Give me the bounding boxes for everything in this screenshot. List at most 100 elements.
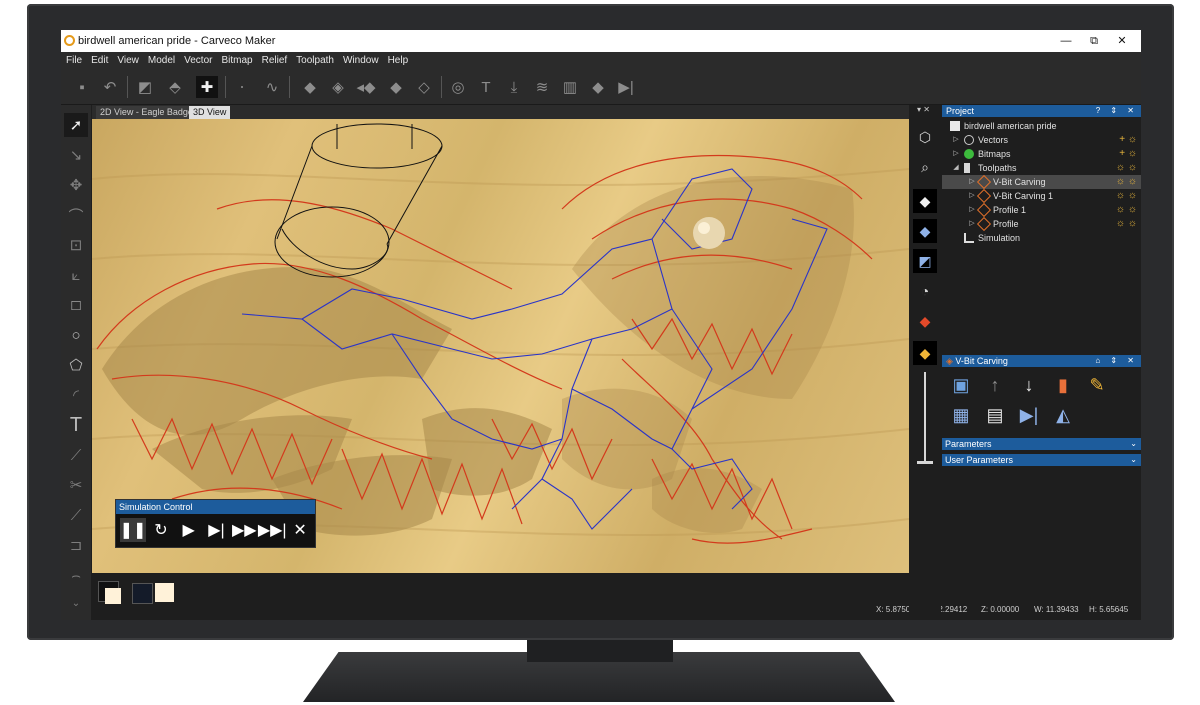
scissors-icon[interactable]: ✂ <box>64 473 88 497</box>
menu-relief[interactable]: Relief <box>257 52 292 66</box>
expand-icon[interactable]: ▷ <box>968 217 976 231</box>
relief-add-button-icon[interactable]: ✚ <box>196 76 218 98</box>
play-button[interactable]: ▶ <box>176 518 202 542</box>
tree-item-vbit-carving[interactable]: ▷ V-Bit Carving ☼ ☼ <box>942 174 1141 190</box>
more-tools-icon[interactable]: ⌄ <box>64 591 88 615</box>
vbit-icon[interactable]: ▶| <box>615 76 637 98</box>
parameters-section[interactable]: Parameters ⌄ <box>942 438 1141 450</box>
zoom-icon[interactable]: ⌕ <box>913 155 937 179</box>
pause-button[interactable]: ❚❚ <box>120 518 146 542</box>
tree-item-vectors[interactable]: ▷ Vectors + ☼ <box>942 133 1141 147</box>
calculator-icon[interactable]: ▦ <box>948 403 974 427</box>
node-edit-icon[interactable]: ↘ <box>64 143 88 167</box>
menu-toolpath[interactable]: Toolpath <box>291 52 338 66</box>
tree-item-vbit-carving-1[interactable]: ▷ V-Bit Carving 1 ☼ ☼ <box>942 188 1141 204</box>
tree-item-profile-1[interactable]: ▷ Profile 1 ☼ ☼ <box>942 202 1141 218</box>
close-simulation-button[interactable]: ✕ <box>287 518 313 542</box>
move-icon[interactable]: ✥ <box>64 173 88 197</box>
save-icon[interactable]: ▪ <box>71 76 93 98</box>
user-parameters-section[interactable]: User Parameters ⌄ <box>942 454 1141 466</box>
polyline-icon[interactable]: ⟀ <box>64 263 88 287</box>
undo-icon[interactable]: ↶ <box>99 76 121 98</box>
relief-add-icon[interactable]: ⬘ <box>164 76 186 98</box>
tree-item-simulation[interactable]: Simulation <box>942 231 1141 245</box>
material-view-icon[interactable]: ◆ <box>913 341 937 365</box>
relief-mid-icon[interactable]: ◂◆ <box>355 76 377 98</box>
skip-to-end-button[interactable]: ▶▶| <box>258 518 287 542</box>
import-icon[interactable]: ◩ <box>134 76 156 98</box>
text-tool-icon[interactable]: T <box>64 413 88 437</box>
text-icon[interactable]: T <box>475 76 497 98</box>
move-down-icon[interactable]: ↓ <box>1016 373 1042 397</box>
rectangle-icon[interactable]: □ <box>64 293 88 317</box>
menu-vector[interactable]: Vector <box>179 52 216 66</box>
trim-icon[interactable]: ⟋ <box>64 503 88 527</box>
layer-view-icon[interactable]: ◆ <box>913 309 937 333</box>
toolpath-preview-icon[interactable]: ◩ <box>913 249 937 273</box>
minimize-button[interactable]: — <box>1051 33 1081 49</box>
vbit-tool-icon[interactable]: ▶| <box>1016 403 1042 427</box>
flat-relief-icon[interactable]: ◆ <box>913 189 937 213</box>
visibility-icon[interactable]: ☼ ☼ <box>1116 189 1137 203</box>
menu-help[interactable]: Help <box>383 52 413 66</box>
circle-icon[interactable]: ○ <box>64 323 88 347</box>
menu-window[interactable]: Window <box>338 52 383 66</box>
relief-high-icon[interactable]: ◆ <box>385 76 407 98</box>
visibility-icon[interactable]: ☼ ☼ <box>1116 161 1137 175</box>
arc-icon[interactable]: ◜ <box>64 383 88 407</box>
toolpath-panel-controls[interactable]: ⌂ ⇕ ✕ <box>1095 355 1138 367</box>
text-node-icon[interactable]: ◎ <box>447 76 469 98</box>
iso-view-icon[interactable]: ⬡ <box>913 125 937 149</box>
menu-file[interactable]: File <box>61 52 86 66</box>
visibility-icon[interactable]: ☼ ☼ <box>1116 203 1137 217</box>
save-toolpath-icon[interactable]: ▣ <box>948 373 974 397</box>
view-slider-handle[interactable] <box>917 461 933 464</box>
relief-low-icon[interactable]: ◈ <box>327 76 349 98</box>
visibility-icon[interactable]: ☼ ☼ <box>1116 217 1137 231</box>
expand-icon[interactable]: ▷ <box>952 147 960 161</box>
simulate-icon[interactable]: ◭ <box>1050 403 1076 427</box>
download-icon[interactable]: ⤓ <box>503 76 525 98</box>
fast-forward-button[interactable]: ▶▶ <box>231 518 257 542</box>
menu-view[interactable]: View <box>112 52 143 66</box>
document-icon[interactable]: ▤ <box>982 403 1008 427</box>
close-window-button[interactable]: ✕ <box>1107 33 1137 49</box>
add-visibility-icon[interactable]: + ☼ <box>1119 147 1137 161</box>
tree-item-bitmaps[interactable]: ▷ Bitmaps + ☼ <box>942 147 1141 161</box>
expand-icon[interactable]: ▷ <box>952 133 960 147</box>
expand-icon[interactable]: ▷ <box>968 189 976 203</box>
layers-icon[interactable]: ≋ <box>531 76 553 98</box>
box-icon[interactable]: ▥ <box>559 76 581 98</box>
tree-item-toolpaths[interactable]: ◢ Toolpaths ☼ ☼ <box>942 161 1141 175</box>
offset-icon[interactable]: ⌢ <box>64 563 88 587</box>
step-forward-button[interactable]: ▶| <box>204 518 230 542</box>
menu-model[interactable]: Model <box>143 52 179 66</box>
menu-bitmap[interactable]: Bitmap <box>216 52 256 66</box>
view-slider[interactable] <box>924 372 926 462</box>
delete-icon[interactable]: ▮ <box>1050 373 1076 397</box>
vector-node-icon[interactable]: ⋅ <box>231 76 253 98</box>
tree-item-project[interactable]: birdwell american pride <box>942 119 1141 133</box>
collapse-icon[interactable]: ◢ <box>952 161 960 175</box>
restore-button[interactable]: ⧉ <box>1079 33 1109 49</box>
expand-icon[interactable]: ▷ <box>968 203 976 217</box>
visibility-icon[interactable]: ☼ ☼ <box>1116 175 1137 189</box>
add-visibility-icon[interactable]: + ☼ <box>1119 133 1137 147</box>
secondary-color-swatch[interactable] <box>155 583 174 602</box>
relief-grid-icon[interactable]: ◇ <box>413 76 435 98</box>
expand-icon[interactable]: ▷ <box>968 175 976 189</box>
measure-icon[interactable]: ◔ <box>913 279 937 303</box>
tab-3d-view[interactable]: 3D View <box>189 106 231 119</box>
relief-flat-icon[interactable]: ◆ <box>299 76 321 98</box>
tab-2d-view[interactable]: 2D View - Eagle Badge <box>96 106 197 119</box>
polygon-icon[interactable]: ⬠ <box>64 353 88 377</box>
edit-icon[interactable]: ✎ <box>1084 373 1110 397</box>
join-icon[interactable]: ⊐ <box>64 533 88 557</box>
panel-pin-icon[interactable]: ▾ ✕ <box>917 105 930 114</box>
curve-edit-icon[interactable]: ⌒ <box>64 203 88 227</box>
carve-icon[interactable]: ◆ <box>587 76 609 98</box>
move-up-icon[interactable]: ↑ <box>982 373 1008 397</box>
primary-color-swatch[interactable] <box>132 583 153 604</box>
restart-button[interactable]: ↻ <box>148 518 174 542</box>
tree-item-profile[interactable]: ▷ Profile ☼ ☼ <box>942 216 1141 232</box>
